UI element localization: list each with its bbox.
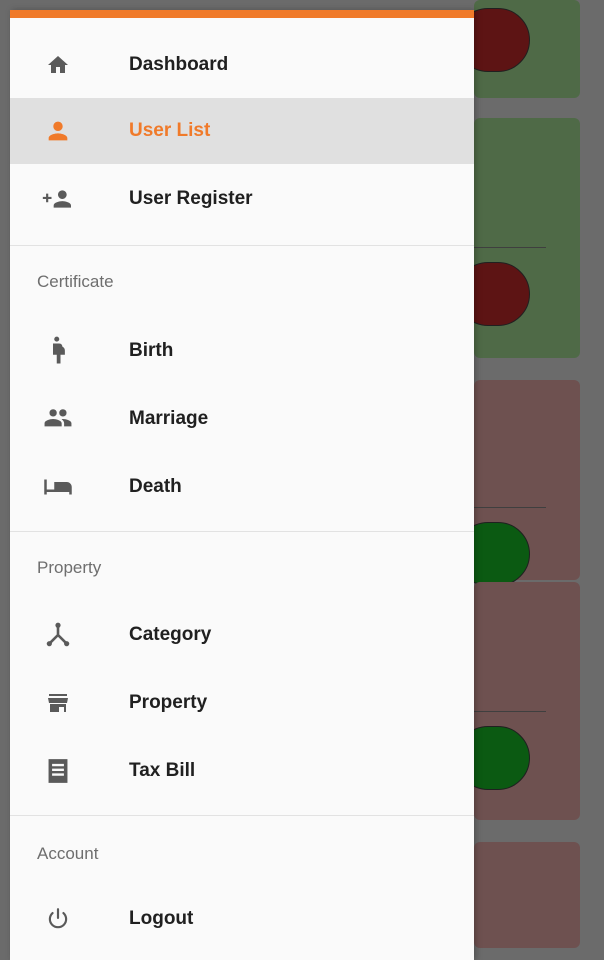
navigation-drawer: Dashboard User List User Register Certif… [10,10,474,960]
section-divider [10,531,474,532]
menu-item-death[interactable]: Death [10,454,474,520]
section-title-account: Account [37,844,99,863]
hub-category-icon [38,619,78,651]
menu-item-label: User Register [129,188,253,209]
menu-item-label: Category [129,624,212,645]
menu-item-dashboard[interactable]: Dashboard [10,32,474,98]
store-icon [38,687,78,719]
background-divider [474,711,546,712]
menu-item-user-list[interactable]: User List [10,98,474,164]
section-title-property: Property [37,558,102,577]
home-icon [38,49,78,81]
menu-item-label: Tax Bill [129,760,196,781]
menu-item-tax-bill[interactable]: Tax Bill [10,738,474,804]
menu-item-label: Property [129,692,208,713]
background-divider [474,507,546,508]
person-add-icon [38,183,78,215]
section-title-certificate: Certificate [37,272,114,291]
menu-item-logout[interactable]: Logout [10,886,474,952]
menu-item-marriage[interactable]: Marriage [10,386,474,452]
section-divider [10,815,474,816]
people-icon [38,403,78,435]
background-card [474,842,580,948]
receipt-icon [38,755,78,787]
menu-item-property[interactable]: Property [10,670,474,736]
menu-item-label: Birth [129,340,174,361]
drawer-accent-bar [10,10,474,18]
menu-item-label: User List [129,120,211,141]
pregnant-woman-icon [38,335,78,367]
menu-item-category[interactable]: Category [10,602,474,668]
menu-item-label: Marriage [129,408,209,429]
menu-item-label: Dashboard [129,54,229,75]
menu-item-user-register[interactable]: User Register [10,166,474,232]
section-divider [10,245,474,246]
power-icon [38,903,78,935]
menu-item-label: Logout [129,908,194,929]
background-divider [474,247,546,248]
bed-icon [38,471,78,503]
menu-item-label: Death [129,476,182,497]
menu-item-birth[interactable]: Birth [10,318,474,384]
person-icon [38,115,78,147]
